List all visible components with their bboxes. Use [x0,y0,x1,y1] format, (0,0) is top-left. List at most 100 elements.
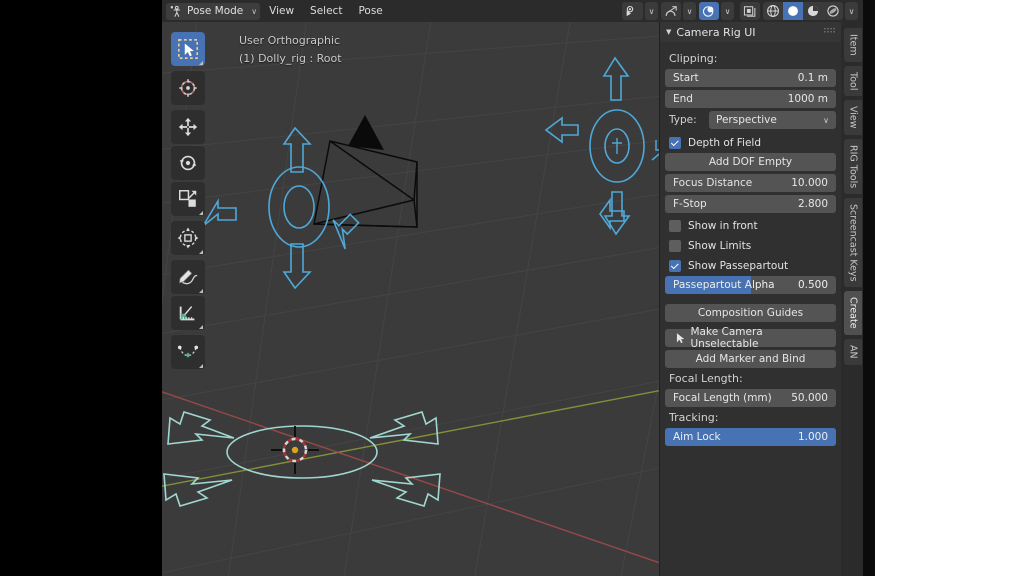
show-passepartout-label: Show Passepartout [688,259,789,272]
cursor-arrow-icon [676,333,685,344]
mode-selector[interactable]: Pose Mode ∨ [166,2,261,20]
clip-start-value: 0.1 m [797,72,828,84]
tool-measure[interactable] [171,296,205,330]
add-dof-empty-button[interactable]: Add DOF Empty [665,153,836,171]
annotate-pencil-icon [179,269,198,285]
scale-icon [179,190,197,207]
tool-rotate[interactable] [171,146,205,180]
camera-type-label: Type: [669,114,697,126]
show-limits-checkbox[interactable] [669,239,681,252]
show-passepartout-checkbox-row[interactable]: Show Passepartout [665,256,836,275]
tool-transform[interactable] [171,221,205,255]
f-stop-field[interactable]: F-Stop 2.800 [665,195,836,213]
show-hide-eye-icon [626,5,634,16]
tool-select-box[interactable] [171,32,205,66]
camera-type-value: Perspective [716,114,777,126]
focal-length-field[interactable]: Focal Length (mm) 50.000 [665,389,836,407]
passepartout-alpha-slider[interactable]: Passepartout Alpha 0.500 [665,276,836,294]
rendered-shading-button[interactable] [823,2,843,20]
tab-screencast-keys[interactable]: Screencast Keys [844,197,862,288]
focal-length-value: 50.000 [791,392,828,404]
menu-select-label: Select [310,5,343,17]
visibility-chevron-icon[interactable]: ∨ [645,2,658,20]
shading-chevron-icon[interactable]: ∨ [845,2,858,20]
proportional-editing-button[interactable] [699,2,719,20]
composition-guides-button[interactable]: Composition Guides [665,304,836,322]
rendered-shading-icon [827,5,839,17]
tool-scale[interactable] [171,182,205,216]
collapse-triangle-icon[interactable]: ▼ [666,28,671,36]
aim-lock-value: 1.000 [797,431,828,443]
drag-grip-icon[interactable] [824,28,835,36]
add-marker-and-bind-button[interactable]: Add Marker and Bind [665,350,836,368]
show-in-front-checkbox-row[interactable]: Show in front [665,216,836,235]
shading-mode-group[interactable] [763,2,843,20]
snap-magnet-icon [665,5,677,16]
clip-end-value: 1000 m [787,93,828,105]
tab-create[interactable]: Create [844,291,862,335]
composition-guides-label: Composition Guides [697,307,804,319]
focus-distance-value: 10.000 [791,177,828,189]
tab-an-label: AN [847,344,859,359]
tab-create-label: Create [847,297,859,329]
menu-select[interactable]: Select [303,3,349,20]
tab-an[interactable]: AN [844,338,862,365]
material-preview-shading-button[interactable] [803,2,823,20]
menu-view[interactable]: View [262,3,301,20]
overlays-button[interactable] [740,2,760,20]
sidebar-tab-strip[interactable]: Item Tool View RIG Tools Screencast Keys… [841,22,863,576]
tracking-section-label: Tracking: [669,411,719,424]
tab-item[interactable]: Item [844,28,862,62]
snap-toggle-button[interactable] [661,2,681,20]
wireframe-shading-button[interactable] [763,2,783,20]
f-stop-value: 2.800 [797,198,828,210]
solid-shading-button[interactable] [783,2,803,20]
letterbox-left [0,0,162,576]
aim-target-widget [544,56,667,236]
clip-end-field[interactable]: End 1000 m [665,90,836,108]
tab-rig-tools[interactable]: RIG Tools [844,138,862,194]
camera-up-triangle [348,115,384,150]
clip-start-label: Start [673,72,699,84]
bendy-bone-icon [177,345,199,358]
screenshot-root: Pose Mode ∨ View Select Pose ∨ ∨ ∨ ∨ Use… [0,0,1024,576]
make-camera-unselectable-button[interactable]: Make Camera Unselectable [665,326,836,350]
show-in-front-label: Show in front [688,219,758,232]
depth-of-field-checkbox-row[interactable]: Depth of Field [665,133,836,152]
tool-annotate[interactable] [171,260,205,294]
show-limits-label: Show Limits [688,239,752,252]
aim-lock-label: Aim Lock [673,431,721,443]
tool-bendy-bone[interactable] [171,335,205,369]
panel-title: Camera Rig UI [676,25,756,39]
tool-move[interactable] [171,110,205,144]
proportional-chevron-icon[interactable]: ∨ [721,2,734,20]
focus-distance-field[interactable]: Focus Distance 10.000 [665,174,836,192]
f-stop-label: F-Stop [673,198,707,210]
wireframe-shading-icon [767,5,779,17]
panel-header[interactable]: ▼ Camera Rig UI [660,22,841,42]
panel-body: Clipping: Start 0.1 m End 1000 m Type: P… [660,42,841,446]
cursor-icon [179,79,197,97]
clip-end-label: End [673,93,693,105]
tab-screencast-keys-label: Screencast Keys [847,203,859,282]
passepartout-alpha-label: Passepartout Alpha [673,279,775,291]
tab-tool[interactable]: Tool [844,65,862,97]
depth-of-field-checkbox[interactable] [669,136,681,149]
camera-type-dropdown[interactable]: Perspective ∨ [709,111,836,129]
clip-start-field[interactable]: Start 0.1 m [665,69,836,87]
tab-rig-tools-label: RIG Tools [847,144,859,188]
show-passepartout-checkbox[interactable] [669,259,681,272]
tab-item-label: Item [847,34,859,56]
viewport-toolbar[interactable] [171,32,205,371]
show-in-front-checkbox[interactable] [669,219,681,232]
aim-lock-slider[interactable]: Aim Lock 1.000 [665,428,836,446]
mode-selector-label: Pose Mode [187,5,244,17]
snap-chevron-icon[interactable]: ∨ [683,2,696,20]
visibility-dropdown-button[interactable] [622,2,643,20]
viewport-header: Pose Mode ∨ View Select Pose ∨ ∨ ∨ ∨ [162,0,863,22]
menu-pose[interactable]: Pose [351,3,389,20]
tool-cursor[interactable] [171,71,205,105]
show-limits-checkbox-row[interactable]: Show Limits [665,236,836,255]
passepartout-alpha-value: 0.500 [797,279,828,291]
tab-view[interactable]: View [844,100,862,135]
